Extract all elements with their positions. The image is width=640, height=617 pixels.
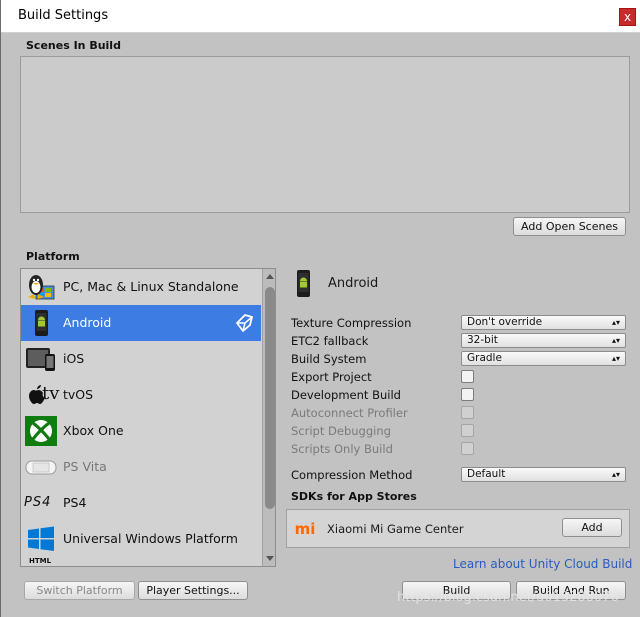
scenes-list[interactable] (20, 56, 630, 213)
texture-compression-label: Texture Compression (291, 316, 412, 330)
scripts-only-build-checkbox (461, 442, 474, 455)
updown-arrows-icon: ▴▾ (611, 318, 620, 327)
add-open-scenes-button[interactable]: Add Open Scenes (513, 217, 626, 236)
platform-item-label: PS Vita (63, 459, 107, 474)
cloud-build-link[interactable]: Learn about Unity Cloud Build (453, 557, 632, 571)
compression-method-dropdown[interactable]: Default ▴▾ (461, 467, 626, 482)
platform-item-label: PS4 (63, 495, 87, 510)
title-bar: Build Settings x (1, 0, 640, 33)
updown-arrows-icon: ▴▾ (611, 470, 620, 479)
dropdown-value: Default (467, 468, 506, 480)
scroll-down-arrow[interactable] (266, 556, 274, 561)
player-settings-button[interactable]: Player Settings... (138, 581, 248, 600)
pc-mac-linux-icon (24, 272, 58, 302)
unity-active-platform-icon (234, 313, 254, 336)
platform-item-label: tvOS (63, 387, 94, 402)
platform-item-ios[interactable]: iOS (21, 341, 261, 377)
scenes-in-build-label: Scenes In Build (26, 39, 121, 52)
sdk-item-label: Xiaomi Mi Game Center (327, 522, 464, 536)
build-system-dropdown[interactable]: Gradle ▴▾ (461, 351, 626, 366)
sdk-item-xiaomi: mi Xiaomi Mi Game Center Add (286, 509, 630, 548)
platform-item-uwp[interactable]: Universal Windows Platform (21, 521, 261, 557)
ios-icon (24, 344, 58, 374)
tvos-tv-text: tv (42, 383, 60, 404)
platform-item-psvita[interactable]: PS Vita (21, 449, 261, 485)
export-project-label: Export Project (291, 370, 372, 384)
sdks-label: SDKs for App Stores (291, 490, 417, 503)
xbox-icon (24, 416, 58, 446)
add-sdk-button[interactable]: Add (562, 518, 622, 537)
windows-icon (24, 524, 58, 554)
platform-item-label: Android (63, 315, 112, 330)
script-debugging-checkbox (461, 424, 474, 437)
build-settings-window: Build Settings x Scenes In Build Add Ope… (0, 0, 640, 617)
platform-item-standalone[interactable]: PC, Mac & Linux Standalone (21, 269, 261, 305)
development-build-label: Development Build (291, 388, 401, 402)
dropdown-value: Gradle (467, 352, 502, 364)
scroll-up-arrow[interactable] (266, 274, 274, 279)
development-build-checkbox[interactable] (461, 388, 474, 401)
compression-method-label: Compression Method (291, 468, 413, 482)
close-button[interactable]: x (619, 8, 636, 26)
ps4-icon: PS4 (24, 495, 52, 510)
updown-arrows-icon: ▴▾ (611, 336, 620, 345)
autoconnect-profiler-label: Autoconnect Profiler (291, 406, 408, 420)
dropdown-value: Don't override (467, 316, 543, 328)
html5-icon: HTML (29, 557, 52, 565)
platform-item-label: PC, Mac & Linux Standalone (63, 279, 239, 294)
script-debugging-label: Script Debugging (291, 424, 391, 438)
export-project-checkbox[interactable] (461, 370, 474, 383)
platform-item-android[interactable]: Android (21, 305, 261, 341)
platform-item-label: iOS (63, 351, 85, 366)
updown-arrows-icon: ▴▾ (611, 354, 620, 363)
psvita-icon (24, 452, 58, 482)
dropdown-value: 32-bit (467, 334, 498, 346)
platform-item-xbox[interactable]: Xbox One (21, 413, 261, 449)
android-icon (24, 308, 58, 338)
watermark-text: https://blog.csdn.net/u013288076 (397, 590, 619, 605)
scripts-only-build-label: Scripts Only Build (291, 442, 393, 456)
autoconnect-profiler-checkbox (461, 406, 474, 419)
platform-list-scrollbar[interactable] (262, 269, 275, 566)
xiaomi-mi-logo-icon: mi (294, 520, 316, 538)
etc2-fallback-dropdown[interactable]: 32-bit ▴▾ (461, 333, 626, 348)
platform-label: Platform (26, 250, 80, 263)
window-title: Build Settings (18, 8, 109, 23)
platform-item-ps4[interactable]: PS4 PS4 (21, 485, 261, 521)
etc2-fallback-label: ETC2 fallback (291, 334, 369, 348)
android-header-icon (293, 269, 315, 302)
android-header-title: Android (328, 276, 379, 291)
build-system-label: Build System (291, 352, 367, 366)
scrollbar-thumb[interactable] (265, 287, 275, 509)
switch-platform-button[interactable]: Switch Platform (24, 581, 135, 600)
texture-compression-dropdown[interactable]: Don't override ▴▾ (461, 315, 626, 330)
platform-item-tvos[interactable]: tv tvOS (21, 377, 261, 413)
platform-item-label: Universal Windows Platform (63, 531, 238, 546)
platform-item-webgl[interactable]: HTML (21, 557, 261, 566)
platform-list[interactable]: PC, Mac & Linux Standalone Android iOS t… (20, 268, 276, 567)
platform-item-label: Xbox One (63, 423, 124, 438)
